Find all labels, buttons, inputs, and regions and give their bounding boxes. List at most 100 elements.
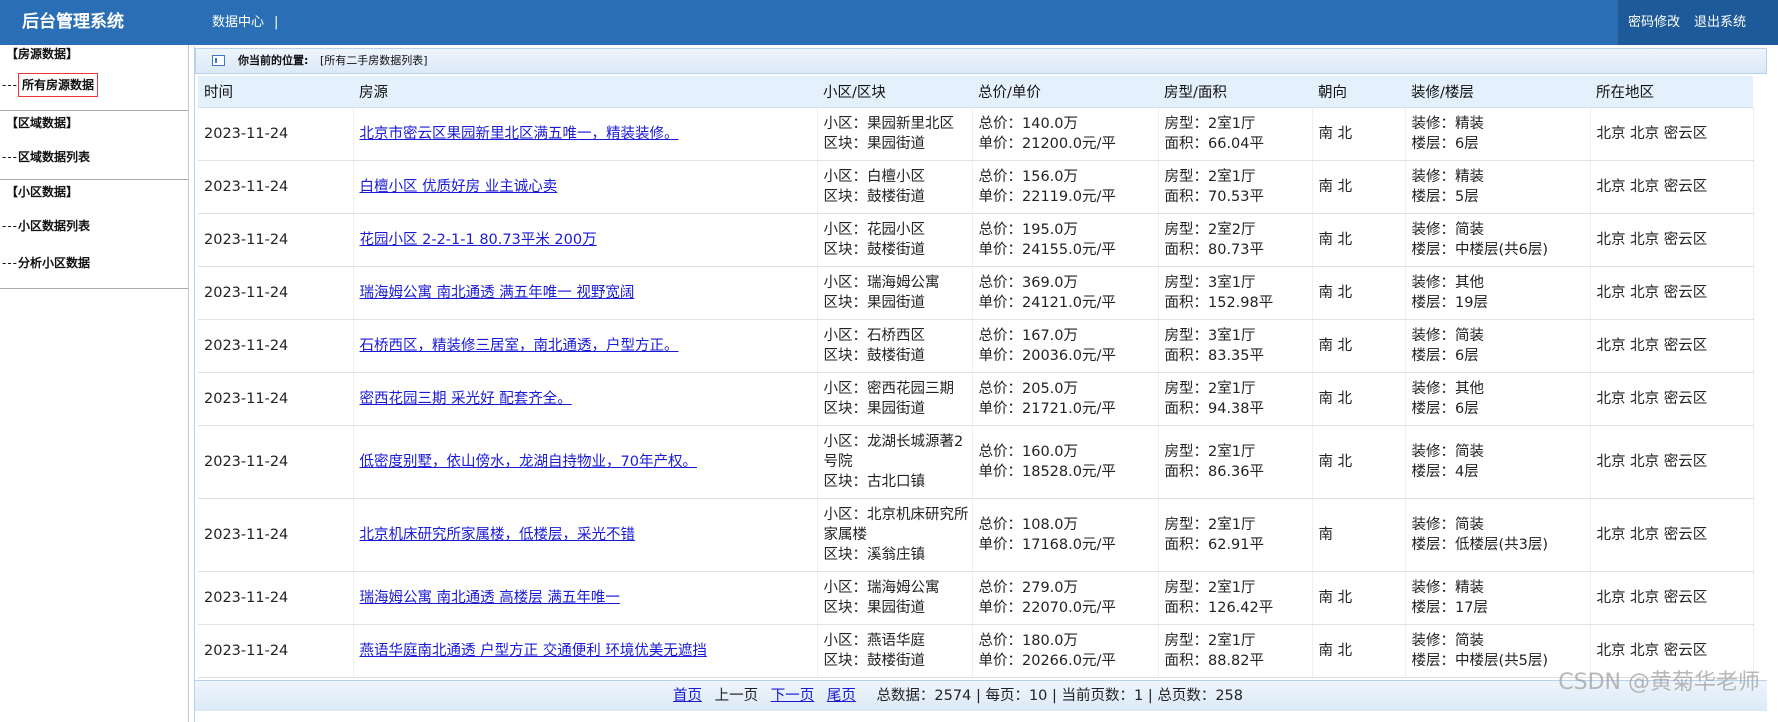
table-cell: 2023-11-24: [198, 319, 354, 373]
table-cell: 瑞海姆公寓 南北通透 高楼层 满五年唯一: [353, 571, 818, 625]
listing-title-link[interactable]: 北京机床研究所家属楼，低楼层，采光不错: [360, 527, 636, 543]
table-cell: 南 北: [1312, 425, 1406, 499]
window-icon: [212, 55, 225, 66]
table-cell: 2023-11-24: [198, 425, 354, 499]
decoration-text: 装修：简装: [1411, 222, 1485, 238]
pager-first-link[interactable]: 首页: [673, 688, 702, 704]
block-text: 区块：鼓楼街道: [823, 242, 926, 258]
listing-title-link[interactable]: 花园小区 2-2-1-1 80.73平米 200万: [360, 232, 597, 248]
area-text: 面积：88.82平: [1164, 653, 1265, 669]
table-cell: 房型：2室1厅 面积：94.38平: [1158, 372, 1313, 426]
table-cell: 房型：2室1厅 面积：66.04平: [1158, 107, 1313, 161]
region-text: 北京 北京 密云区: [1596, 643, 1708, 659]
total-price-text: 总价：279.0万: [978, 580, 1079, 596]
table-cell: 小区：北京机床研究所家属楼 区块：溪翁庄镇: [817, 498, 973, 572]
area-text: 面积：62.91平: [1164, 537, 1265, 553]
sidebar-dash: ---: [2, 219, 18, 233]
table-cell: 小区：花园小区 区块：鼓楼街道: [817, 213, 973, 267]
table-cell: 小区：石桥西区 区块：鼓楼街道: [817, 319, 973, 373]
pager-next-link[interactable]: 下一页: [771, 688, 815, 704]
listing-title-link[interactable]: 燕语华庭南北通透 户型方正 交通便利 环境优美无遮挡: [360, 643, 707, 659]
listing-title-link[interactable]: 石桥西区，精装修三居室，南北通透，户型方正。: [360, 338, 679, 354]
table-cell: 北京市密云区果园新里北区满五唯一，精装装修。: [353, 107, 818, 161]
table-cell: 房型：2室1厅 面积：88.82平: [1158, 624, 1313, 678]
date-text: 2023-11-24: [204, 285, 289, 301]
listing-title-link[interactable]: 密西花园三期 采光好 配套齐全。: [360, 391, 572, 407]
table-cell: 总价：369.0万 单价：24121.0元/平: [972, 266, 1159, 320]
area-text: 面积：80.73平: [1164, 242, 1265, 258]
table-cell: 小区：瑞海姆公寓 区块：果园街道: [817, 266, 973, 320]
pager-last-link[interactable]: 尾页: [827, 688, 856, 704]
nav-data-center[interactable]: 数据中心: [212, 15, 264, 30]
sidebar-group-region: 【区域数据】: [6, 116, 79, 130]
area-text: 面积：83.35平: [1164, 348, 1265, 364]
sidebar-item-region-list[interactable]: ---区域数据列表: [2, 148, 90, 165]
total-price-text: 总价：180.0万: [978, 633, 1079, 649]
table-row: 2023-11-24 低密度别墅，依山傍水，龙湖自持物业，70年产权。 小区：龙湖长…: [198, 425, 1754, 499]
block-text: 区块：鼓楼街道: [823, 348, 926, 364]
floor-text: 楼层：6层: [1411, 136, 1479, 152]
table-cell: 北京 北京 密云区: [1590, 319, 1754, 373]
listing-title-link[interactable]: 低密度别墅，依山傍水，龙湖自持物业，70年产权。: [360, 454, 697, 470]
table-cell: 装修：简装 楼层：中楼层(共6层): [1405, 213, 1591, 267]
top-bar: 后台管理系统 数据中心 | 密码修改 退出系统: [0, 0, 1778, 45]
total-price-text: 总价：195.0万: [978, 222, 1079, 238]
top-nav: 数据中心 |: [212, 0, 278, 45]
table-cell: 石桥西区，精装修三居室，南北通透，户型方正。: [353, 319, 818, 373]
region-text: 北京 北京 密云区: [1596, 126, 1708, 142]
listing-title-link[interactable]: 瑞海姆公寓 南北通透 高楼层 满五年唯一: [360, 590, 620, 606]
block-text: 区块：鼓楼街道: [823, 653, 926, 669]
table-cell: 装修：精装 楼层：6层: [1405, 107, 1591, 161]
region-text: 北京 北京 密云区: [1596, 590, 1708, 606]
table-cell: 密西花园三期 采光好 配套齐全。: [353, 372, 818, 426]
sidebar-item-analyze-community[interactable]: ---分析小区数据: [2, 254, 90, 271]
change-password-link[interactable]: 密码修改: [1628, 0, 1680, 45]
table-cell: 南 北: [1312, 107, 1406, 161]
listing-title-link[interactable]: 瑞海姆公寓 南北通透 满五年唯一 视野宽阔: [360, 285, 635, 301]
sidebar-dash: ---: [2, 256, 18, 270]
table-cell: 2023-11-24: [198, 266, 354, 320]
column-header: 总价/单价: [972, 76, 1158, 108]
date-text: 2023-11-24: [204, 454, 289, 470]
decoration-text: 装修：其他: [1411, 381, 1485, 397]
unit-price-text: 单价：18528.0元/平: [978, 464, 1116, 480]
table-row: 2023-11-24 花园小区 2-2-1-1 80.73平米 200万 小区：花园…: [198, 213, 1754, 267]
column-header: 朝向: [1312, 76, 1405, 108]
table-cell: 2023-11-24: [198, 571, 354, 625]
table-cell: 总价：180.0万 单价：20266.0元/平: [972, 624, 1159, 678]
community-text: 小区：果园新里北区: [823, 116, 955, 132]
table-cell: 总价：160.0万 单价：18528.0元/平: [972, 425, 1159, 499]
region-text: 北京 北京 密云区: [1596, 179, 1708, 195]
sidebar-item-label: 区域数据列表: [18, 150, 91, 164]
sidebar-item-community-list[interactable]: ---小区数据列表: [2, 217, 90, 234]
block-text: 区块：溪翁庄镇: [823, 547, 926, 563]
breadcrumb: 你当前的位置: [所有二手房数据列表]: [195, 48, 1767, 74]
table-cell: 总价：279.0万 单价：22070.0元/平: [972, 571, 1159, 625]
community-text: 小区：龙湖长城源著2号院: [823, 434, 964, 470]
region-text: 北京 北京 密云区: [1596, 338, 1708, 354]
layout-text: 房型：2室1厅: [1164, 169, 1256, 185]
orientation-text: 南 北: [1318, 179, 1353, 195]
pager-prev: 上一页: [714, 688, 759, 704]
area-text: 面积：86.36平: [1164, 464, 1265, 480]
region-text: 北京 北京 密云区: [1596, 527, 1708, 543]
layout-text: 房型：2室1厅: [1164, 381, 1256, 397]
layout-text: 房型：2室1厅: [1164, 580, 1256, 596]
layout-text: 房型：2室1厅: [1164, 444, 1256, 460]
unit-price-text: 单价：21200.0元/平: [978, 136, 1116, 152]
decoration-text: 装修：其他: [1411, 275, 1485, 291]
table-cell: 北京 北京 密云区: [1590, 107, 1754, 161]
logout-link[interactable]: 退出系统: [1694, 0, 1746, 45]
total-price-text: 总价：369.0万: [978, 275, 1079, 291]
listing-title-link[interactable]: 白檀小区 优质好房 业主诚心卖: [360, 179, 558, 195]
date-text: 2023-11-24: [204, 590, 289, 606]
decoration-text: 装修：简装: [1411, 328, 1485, 344]
date-text: 2023-11-24: [204, 179, 289, 195]
total-price-text: 总价：156.0万: [978, 169, 1079, 185]
sidebar-dash: ---: [2, 78, 18, 92]
listing-title-link[interactable]: 北京市密云区果园新里北区满五唯一，精装装修。: [360, 126, 679, 142]
orientation-text: 南 北: [1318, 454, 1353, 470]
sidebar-item-all-listings[interactable]: --- 所有房源数据: [2, 73, 99, 97]
orientation-text: 南 北: [1318, 232, 1353, 248]
table-cell: 2023-11-24: [198, 624, 354, 678]
